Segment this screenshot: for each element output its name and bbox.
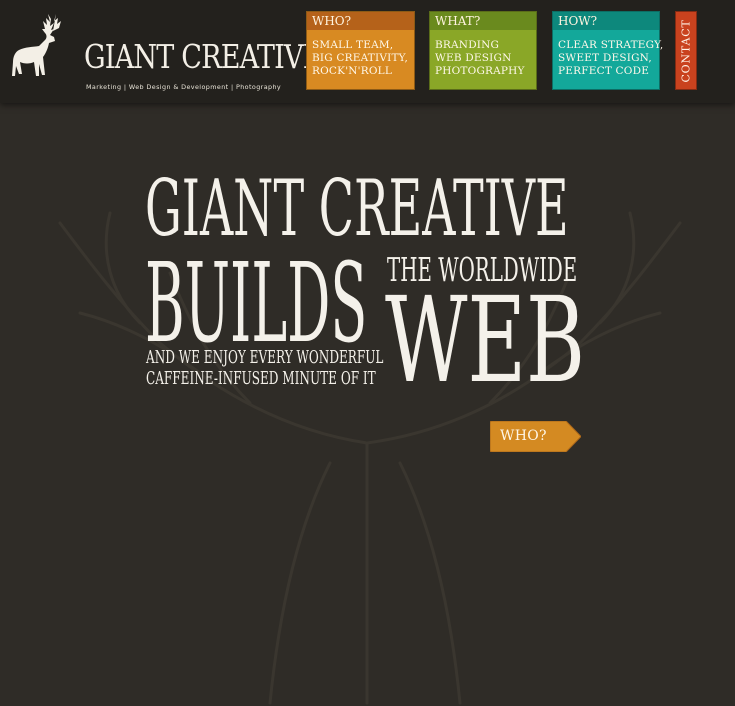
who-cta-label: WHO?: [500, 428, 547, 444]
hero-headline-builds: BUILDS: [145, 239, 368, 367]
who-cta-button[interactable]: WHO?: [490, 421, 581, 452]
hero-subline-2: CAFFEINE-INFUSED MINUTE OF IT: [146, 368, 376, 389]
hero-headline-line1: GIANT CREATIVE: [145, 164, 569, 254]
hero: GIANT CREATIVE BUILDS THE WORLDWIDE WEB …: [0, 0, 735, 706]
hero-headline-web: WEB: [385, 271, 586, 409]
hero-subline-1: AND WE ENJOY EVERY WONDERFUL: [146, 347, 384, 368]
